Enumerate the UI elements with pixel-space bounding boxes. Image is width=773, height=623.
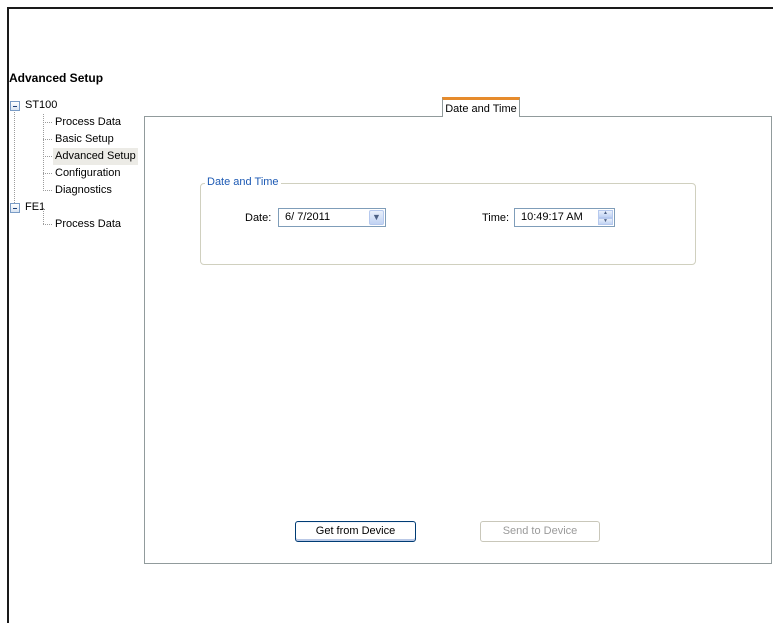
tree-item-label[interactable]: Advanced Setup	[53, 148, 138, 165]
tab-panel: Date and Time Date: 6/ 7/2011 ▼ Time: 10…	[144, 116, 772, 564]
date-value: 6/ 7/2011	[285, 211, 331, 223]
time-label: Time:	[482, 212, 510, 224]
tree-item-label[interactable]: Process Data	[53, 114, 123, 131]
tree-connector	[43, 139, 52, 140]
time-value: 10:49:17 AM	[521, 211, 583, 223]
tree-item-basic-setup[interactable]: Basic Setup	[10, 131, 140, 148]
tab-date-and-time[interactable]: Date and Time	[442, 97, 520, 117]
page-title: Advanced Setup	[9, 71, 104, 85]
tree-item-advanced-setup[interactable]: Advanced Setup	[10, 148, 140, 165]
chevron-down-icon[interactable]: ▼	[369, 210, 384, 225]
tree-connector	[43, 224, 52, 225]
spin-down-icon[interactable]: ▼	[598, 217, 613, 225]
tree-item-label[interactable]: Basic Setup	[53, 131, 116, 148]
tree-item-label[interactable]: Configuration	[53, 165, 122, 182]
tree-connector	[43, 156, 52, 157]
date-time-group: Date and Time Date: 6/ 7/2011 ▼ Time: 10…	[200, 176, 696, 265]
tree-item-process-data[interactable]: Process Data	[10, 114, 140, 131]
tree-item-label[interactable]: Diagnostics	[53, 182, 114, 199]
collapse-icon[interactable]	[10, 101, 20, 111]
tree-connector	[43, 122, 52, 123]
group-title: Date and Time	[205, 176, 281, 188]
tree-item-fe1-process-data[interactable]: Process Data	[10, 208, 140, 233]
tree-connector	[43, 190, 52, 191]
tree-guide-line	[43, 208, 44, 224]
tree-item-label[interactable]: Process Data	[53, 216, 123, 233]
navigation-tree: ST100 Process Data Basic Setup Advanced …	[10, 97, 140, 233]
get-from-device-button[interactable]: Get from Device	[295, 521, 416, 542]
tree-item-diagnostics[interactable]: Diagnostics	[10, 182, 140, 199]
date-picker[interactable]: 6/ 7/2011 ▼	[278, 208, 386, 227]
tree-connector	[43, 173, 52, 174]
collapse-icon[interactable]	[10, 203, 20, 213]
date-label: Date:	[245, 212, 272, 224]
spin-up-icon[interactable]: ▲	[598, 210, 613, 218]
time-picker[interactable]: 10:49:17 AM ▲ ▼	[514, 208, 615, 227]
tree-node-label[interactable]: ST100	[25, 97, 57, 114]
tree-node-fe1[interactable]: FE1	[10, 199, 140, 216]
send-to-device-button[interactable]: Send to Device	[480, 521, 600, 542]
tree-node-st100[interactable]: ST100	[10, 97, 140, 114]
up-down-arrows-icon[interactable]: ▲ ▼	[598, 210, 613, 225]
tree-item-configuration[interactable]: Configuration	[10, 165, 140, 182]
